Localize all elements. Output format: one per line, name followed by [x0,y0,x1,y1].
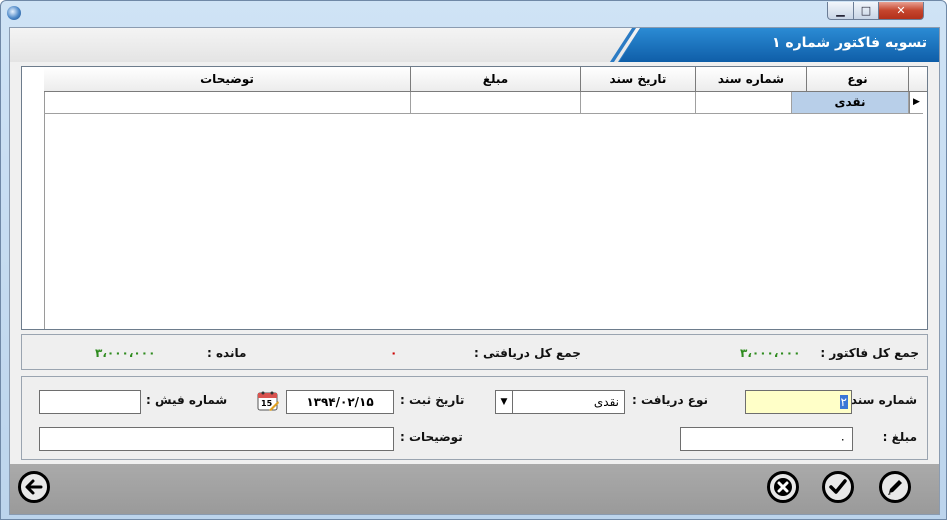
confirm-check-icon [829,479,847,494]
title-bar[interactable]: ▁ □ ✕ [1,1,946,27]
received-total-value: ۰ [390,346,398,360]
column-header-type[interactable]: نوع [807,67,909,92]
header-bar: تسویه فاکتور شماره ۱ [10,28,939,62]
invoice-total-label: جمع کل فاکتور : [820,346,919,360]
page-title: تسویه فاکتور شماره ۱ [771,35,927,51]
column-header-amount[interactable]: مبلغ [411,67,581,92]
doc-number-text: ۲ [839,395,848,409]
doc-number-input[interactable]: ۲ [745,390,852,414]
calendar-icon[interactable]: 15 [257,390,279,412]
receipt-number-input[interactable] [39,390,141,414]
dropdown-arrow-icon[interactable]: ▼ [495,390,513,414]
receipt-number-label: شماره فیش : [146,393,228,407]
remaining-value: ۳،۰۰۰،۰۰۰ [95,346,156,360]
maximize-button[interactable]: □ [853,2,879,20]
settlement-form: شماره سند : ۲ نوع دریافت : نقدی ▼ تاریخ … [21,376,928,460]
table-cell-doc-number[interactable] [696,92,792,114]
receive-type-select[interactable]: نقدی [495,390,625,414]
table-cell-type[interactable]: نقدی [792,92,909,114]
calendar-day: 15 [261,399,273,408]
invoice-total-value: ۳،۰۰۰،۰۰۰ [740,346,801,360]
back-arrow-icon [25,479,43,495]
cancel-icon [774,478,792,496]
minimize-icon: ▁ [836,4,845,17]
minimize-button[interactable]: ▁ [827,2,854,20]
received-total-label: جمع کل دریافتی : [474,346,581,360]
window-frame: ▁ □ ✕ تسویه فاکتور شماره ۱ نوع شماره سند… [0,0,947,520]
footer-toolbar [10,464,939,514]
receive-type-label: نوع دریافت : [632,393,709,407]
maximize-icon: □ [860,4,872,17]
edit-pencil-icon [888,480,902,495]
table-cell-doc-date[interactable] [581,92,696,114]
close-icon: ✕ [896,4,906,17]
reg-date-label: تاریخ ثبت : [400,393,465,407]
back-button[interactable] [18,471,50,503]
cancel-button[interactable] [767,471,799,503]
receive-type-value: نقدی [593,395,619,409]
grid-left-strip [22,67,45,329]
row-indicator-icon[interactable]: ▶ [909,92,923,114]
column-header-indicator [909,67,927,92]
description-label: توضیحات : [400,430,463,444]
remaining-label: مانده : [207,346,247,360]
reg-date-input[interactable]: ۱۳۹۴/۰۲/۱۵ [286,390,394,414]
dialog-body: تسویه فاکتور شماره ۱ نوع شماره سند تاریخ… [9,27,940,515]
table-cell-amount[interactable] [411,92,581,114]
table-cell-description[interactable] [44,92,411,114]
app-icon[interactable] [7,6,21,20]
doc-number-label: شماره سند : [841,393,917,407]
summary-bar: جمع کل فاکتور : ۳،۰۰۰،۰۰۰ جمع کل دریافتی… [21,334,928,370]
description-input[interactable] [39,427,394,451]
confirm-button[interactable] [822,471,854,503]
close-button[interactable]: ✕ [878,2,924,20]
column-header-doc-number[interactable]: شماره سند [696,67,807,92]
settlements-grid[interactable]: نوع شماره سند تاریخ سند مبلغ توضیحات نقد… [21,66,928,330]
column-header-doc-date[interactable]: تاریخ سند [581,67,696,92]
amount-input[interactable]: ۰ [680,427,853,451]
column-header-description[interactable]: توضیحات [44,67,411,92]
amount-label: مبلغ : [882,430,917,444]
edit-button[interactable] [879,471,911,503]
